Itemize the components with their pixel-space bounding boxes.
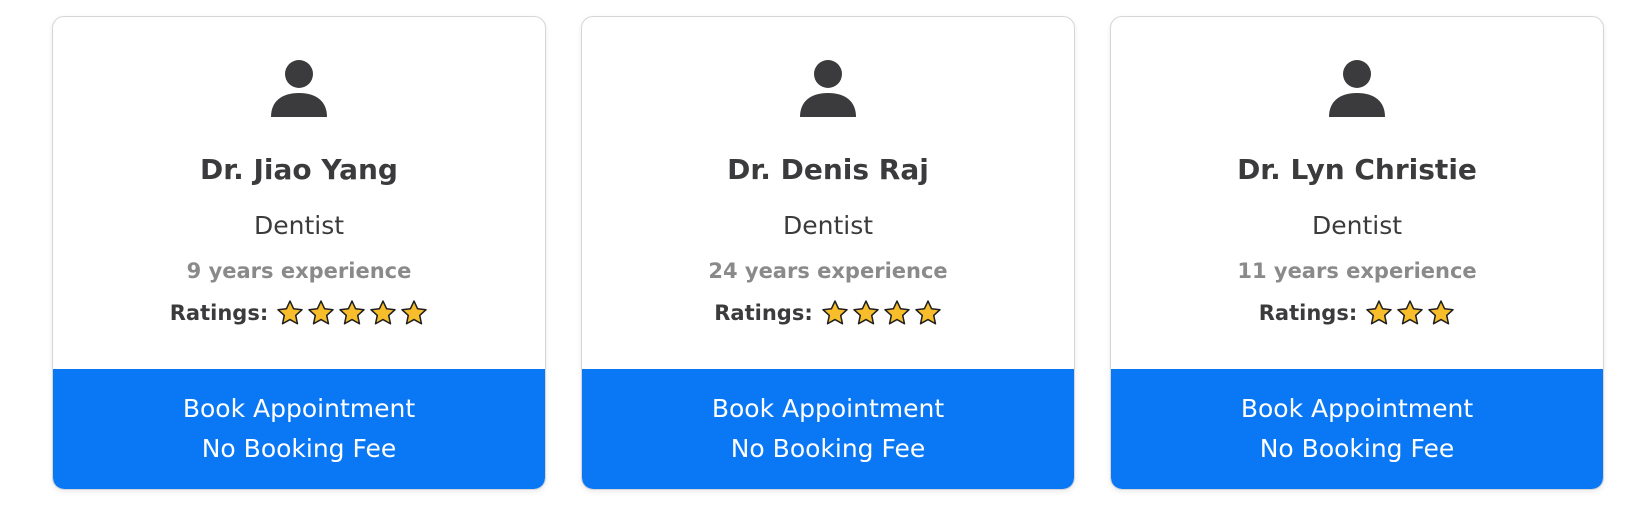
no-booking-fee-label: No Booking Fee: [730, 434, 926, 463]
star-icon: [821, 300, 848, 325]
star-rating: [1365, 299, 1455, 327]
star-icon: [914, 300, 941, 325]
book-appointment-button[interactable]: Book Appointment No Booking Fee: [582, 369, 1074, 489]
doctor-name: Dr. Lyn Christie: [1237, 153, 1477, 186]
doctor-cards: Dr. Jiao Yang Dentist 9 years experience…: [52, 16, 1604, 490]
no-booking-fee-label: No Booking Fee: [201, 434, 397, 463]
doctor-experience: 9 years experience: [186, 259, 412, 283]
doctor-specialty: Dentist: [1311, 211, 1403, 240]
doctor-name: Dr. Jiao Yang: [200, 153, 398, 186]
star-icon: [1428, 300, 1455, 325]
no-booking-fee-label: No Booking Fee: [1259, 434, 1455, 463]
book-appointment-label: Book Appointment: [182, 394, 416, 423]
doctor-card: Dr. Lyn Christie Dentist 11 years experi…: [1110, 16, 1604, 490]
book-appointment-button[interactable]: Book Appointment No Booking Fee: [53, 369, 545, 489]
star-rating: [276, 299, 428, 327]
ratings-row: Ratings:: [1111, 299, 1603, 327]
doctor-card: Dr. Denis Raj Dentist 24 years experienc…: [581, 16, 1075, 490]
person-icon: [800, 60, 856, 117]
star-icon: [1397, 300, 1424, 325]
ratings-label: Ratings:: [714, 301, 813, 325]
star-icon: [852, 300, 879, 325]
doctor-experience: 24 years experience: [708, 259, 948, 283]
star-rating: [821, 299, 942, 327]
ratings-row: Ratings:: [53, 299, 545, 327]
doctor-specialty: Dentist: [253, 211, 345, 240]
doctor-name: Dr. Denis Raj: [727, 153, 929, 186]
book-appointment-button[interactable]: Book Appointment No Booking Fee: [1111, 369, 1603, 489]
person-icon: [271, 60, 327, 117]
star-icon: [277, 300, 304, 325]
star-icon: [401, 300, 428, 325]
star-icon: [883, 300, 910, 325]
ratings-label: Ratings:: [169, 301, 269, 325]
book-appointment-label: Book Appointment: [711, 394, 945, 423]
ratings-label: Ratings:: [1258, 301, 1358, 325]
star-icon: [1366, 300, 1393, 325]
ratings-row: Ratings:: [582, 299, 1074, 327]
book-appointment-label: Book Appointment: [1240, 394, 1474, 423]
person-icon: [1329, 60, 1385, 117]
doctor-specialty: Dentist: [782, 211, 874, 240]
star-icon: [339, 300, 366, 325]
star-icon: [308, 300, 335, 325]
doctor-experience: 11 years experience: [1237, 259, 1477, 283]
star-icon: [370, 300, 397, 325]
doctor-card: Dr. Jiao Yang Dentist 9 years experience…: [52, 16, 546, 490]
